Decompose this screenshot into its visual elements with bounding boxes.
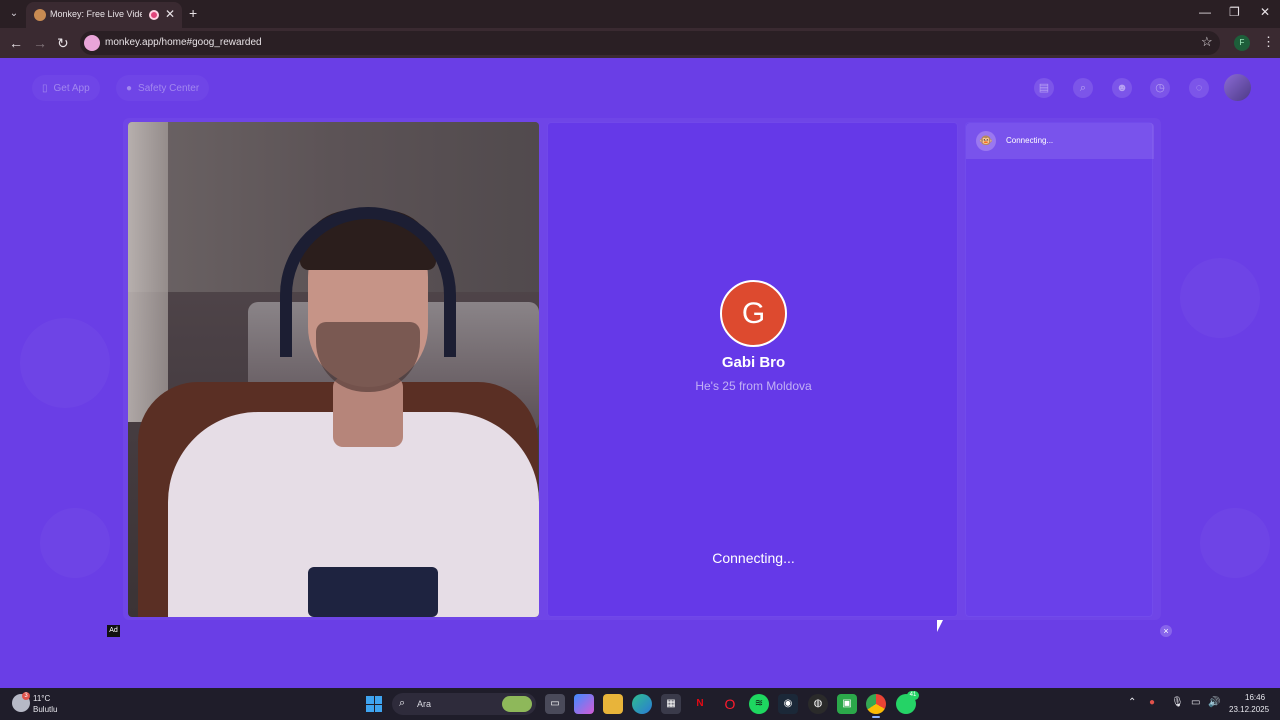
weather-temp: 11°C — [33, 694, 51, 703]
back-icon[interactable]: ← — [9, 35, 23, 51]
profile-avatar[interactable]: F — [1234, 35, 1250, 51]
search-icon[interactable]: ⌕ — [1073, 78, 1093, 98]
chat-panel: 🐵 Connecting... — [965, 122, 1154, 617]
user-avatar[interactable] — [1224, 74, 1251, 101]
site-info-icon[interactable] — [84, 35, 100, 51]
background-pattern — [1180, 258, 1260, 338]
github-desktop-icon[interactable]: ◍ — [808, 694, 828, 714]
bookmark-star-icon[interactable]: ☆ — [1201, 34, 1213, 50]
self-video-feed — [128, 122, 539, 617]
browser-menu-icon[interactable]: ⋮ — [1262, 34, 1275, 50]
mouse-cursor-icon — [937, 620, 943, 632]
chrome-icon[interactable] — [866, 694, 886, 714]
url-field[interactable]: monkey.app/home#goog_rewarded — [80, 31, 1220, 55]
new-tab-button[interactable]: + — [189, 5, 197, 21]
browser-tab[interactable]: Monkey: Free Live Video Ch ✕ — [26, 2, 182, 28]
monkey-icon: 🐵 — [976, 131, 996, 151]
recording-indicator-icon — [149, 10, 159, 20]
netflix-icon[interactable]: N — [690, 694, 710, 714]
monkey-favicon-icon — [34, 9, 46, 21]
url-text: monkey.app/home#goog_rewarded — [105, 37, 262, 48]
browser-tab-bar: ⌄ Monkey: Free Live Video Ch ✕ + — ❐ ✕ — [0, 0, 1280, 28]
monkey-app: ▯ Get App ● Safety Center ▤ ⌕ ☻ ◷ ◌ G Ga… — [0, 58, 1280, 688]
monkey-face-icon[interactable]: ☻ — [1112, 78, 1132, 98]
shop-icon[interactable]: ▤ — [1034, 78, 1054, 98]
window-close-icon[interactable]: ✕ — [1260, 5, 1270, 19]
history-icon[interactable]: ◷ — [1150, 78, 1170, 98]
search-highlight-image — [502, 696, 532, 712]
edge-icon[interactable] — [632, 694, 652, 714]
game-app-icon[interactable]: ▣ — [837, 694, 857, 714]
microphone-icon[interactable]: 🎙 — [1171, 697, 1184, 708]
search-icon: ⌕ — [399, 697, 406, 709]
match-profile-card: G Gabi Bro He's 25 from Moldova Connecti… — [547, 122, 958, 617]
connection-status: Connecting... — [712, 550, 795, 566]
weather-condition: Bulutlu — [33, 705, 58, 714]
match-avatar: G — [720, 280, 787, 347]
background-pattern — [40, 508, 110, 578]
match-name: Gabi Bro — [721, 354, 786, 371]
file-explorer-icon[interactable] — [603, 694, 623, 714]
spotify-icon[interactable]: ≋ — [749, 694, 769, 714]
chat-status-bar: 🐵 Connecting... — [966, 123, 1154, 159]
clock-time[interactable]: 16:46 — [1245, 693, 1265, 702]
background-pattern — [1200, 508, 1270, 578]
store-icon[interactable]: ▦ — [661, 694, 681, 714]
get-app-label: Get App — [53, 82, 90, 94]
windows-start-icon[interactable] — [366, 696, 382, 712]
restore-icon[interactable]: ❐ — [1229, 5, 1240, 19]
copilot-icon[interactable] — [574, 694, 594, 714]
ad-label: Ad — [107, 625, 120, 637]
opera-icon[interactable]: O — [720, 694, 740, 714]
reload-icon[interactable]: ↻ — [57, 35, 69, 52]
clock-date[interactable]: 23.12.2025 — [1229, 705, 1269, 714]
tray-overflow-icon[interactable]: ⌃ — [1128, 697, 1136, 708]
shield-icon: ● — [126, 82, 133, 94]
background-pattern — [20, 318, 110, 408]
tab-title: Monkey: Free Live Video Ch — [50, 9, 142, 19]
whatsapp-badge: 41 — [907, 691, 919, 700]
minimize-icon[interactable]: — — [1199, 5, 1211, 19]
search-placeholder: Ara — [417, 699, 432, 709]
network-icon[interactable]: ▭ — [1191, 697, 1200, 708]
forward-icon[interactable]: → — [33, 35, 47, 51]
ad-close-icon[interactable]: × — [1160, 625, 1172, 637]
weather-badge: 3 — [22, 692, 30, 700]
safety-center-label: Safety Center — [138, 82, 200, 94]
match-subtitle: He's 25 from Moldova — [695, 379, 812, 393]
taskbar-search[interactable]: ⌕ Ara — [392, 693, 536, 715]
steam-icon[interactable]: ◉ — [778, 694, 798, 714]
taskbar: 3 11°C Bulutlu ⌕ Ara ▭ ▦ N O ≋ ◉ ◍ ▣ 41 … — [0, 688, 1280, 720]
get-app-button[interactable]: ▯ Get App — [32, 75, 100, 101]
task-view-icon[interactable]: ▭ — [545, 694, 565, 714]
volume-icon[interactable]: 🔊 — [1208, 697, 1220, 708]
safety-center-button[interactable]: ● Safety Center — [116, 75, 210, 101]
phone-icon: ▯ — [42, 82, 48, 94]
chat-status-text: Connecting... — [1006, 136, 1054, 145]
tab-search-icon[interactable]: ⌄ — [6, 6, 22, 22]
chat-bubble-icon[interactable]: ◌ — [1189, 78, 1209, 98]
chrome-active-indicator — [872, 716, 880, 718]
address-bar: ← → ↻ monkey.app/home#goog_rewarded ☆ F … — [0, 28, 1280, 58]
tab-close-icon[interactable]: ✕ — [165, 7, 175, 21]
tray-app-icon[interactable]: ● — [1149, 697, 1155, 708]
